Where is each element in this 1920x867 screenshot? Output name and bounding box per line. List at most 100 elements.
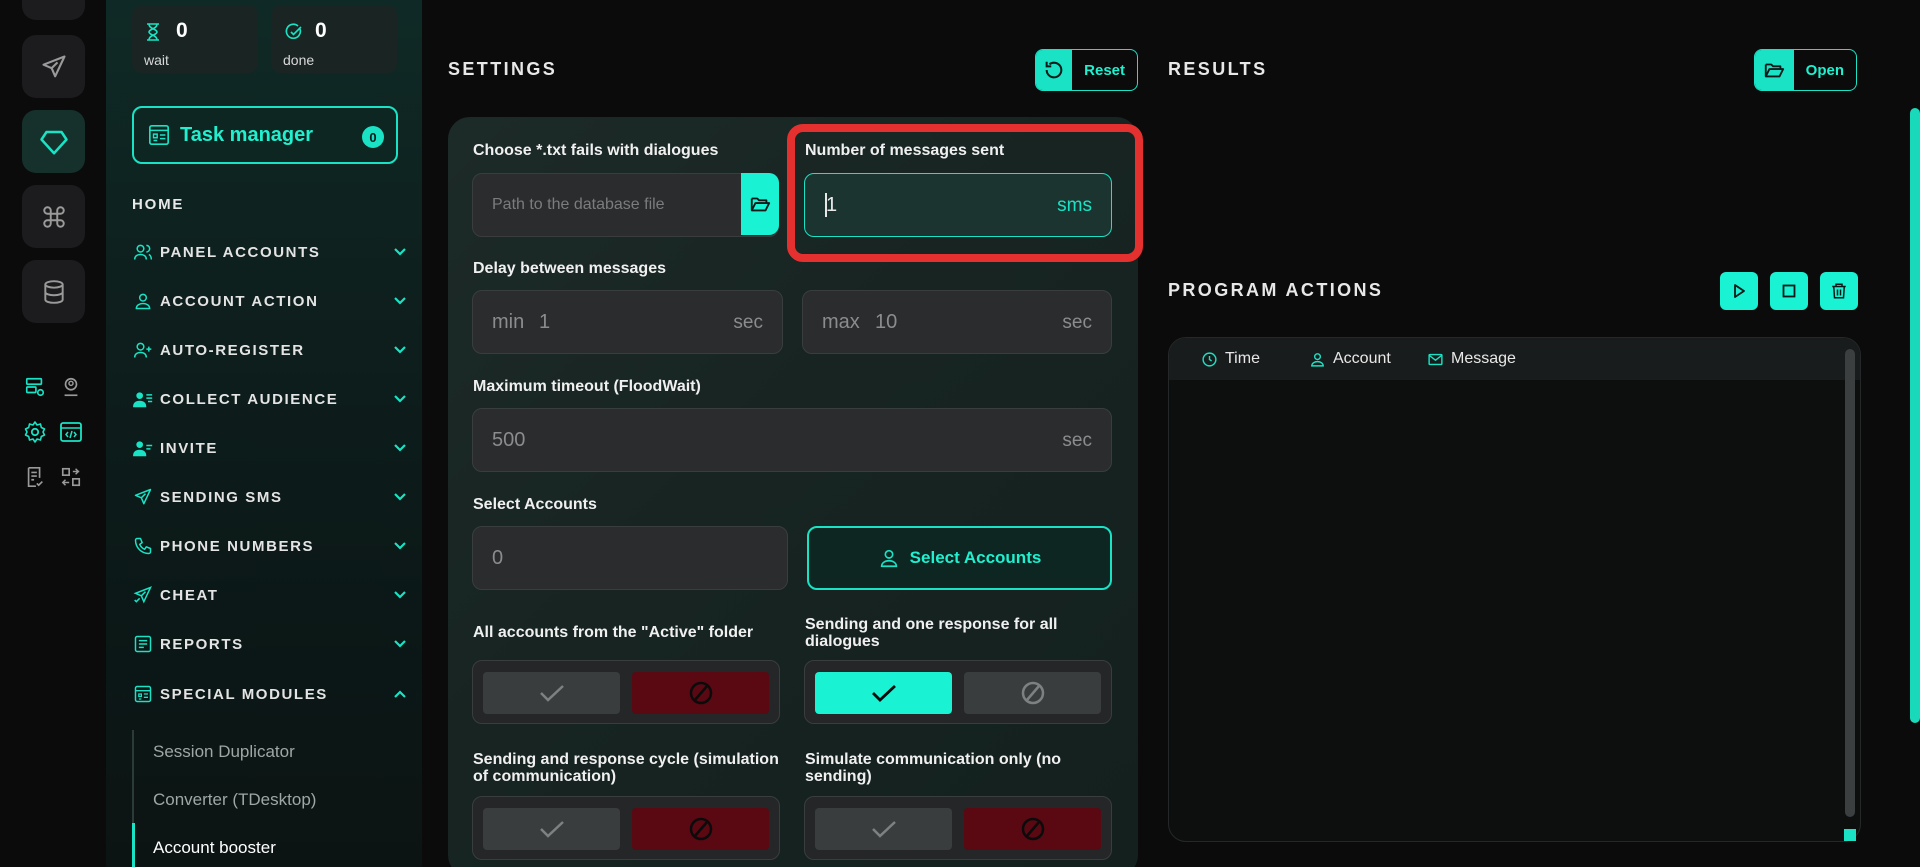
accounts-count-input[interactable]: 0	[472, 526, 788, 590]
rail-database-button[interactable]	[22, 260, 85, 323]
user-icon	[880, 549, 897, 568]
one-response-toggle	[804, 660, 1112, 724]
chevron-down-icon	[394, 297, 406, 305]
chevron-down-icon	[394, 444, 406, 452]
simulate-only-toggle	[804, 796, 1112, 860]
nav-account-action[interactable]: ACCOUNT ACTION	[132, 289, 408, 313]
column-account[interactable]: Account	[1309, 350, 1391, 368]
rail-server-settings-button[interactable]	[22, 374, 48, 400]
ban-icon	[689, 817, 712, 841]
rail-diamond-button[interactable]	[22, 110, 85, 173]
users-icon	[133, 244, 153, 260]
sub-item-account-booster[interactable]: Account booster	[153, 838, 276, 858]
chevron-down-icon	[394, 248, 406, 256]
messages-count-value: 1	[826, 194, 838, 216]
rail-report-button[interactable]	[22, 464, 48, 490]
rail-send-button[interactable]	[22, 35, 85, 98]
select-accounts-button[interactable]: Select Accounts	[807, 526, 1112, 590]
column-time-label: Time	[1225, 350, 1260, 367]
nav-panel-accounts[interactable]: PANEL ACCOUNTS	[132, 240, 408, 264]
column-time[interactable]: Time	[1201, 350, 1260, 368]
rail-user-pin-button[interactable]	[58, 374, 84, 400]
folder-open-icon	[1765, 63, 1785, 78]
user-list-icon	[133, 392, 153, 408]
cycle-yes[interactable]	[483, 808, 620, 850]
database-path-input[interactable]: Path to the database file	[472, 173, 779, 237]
nav-phone-numbers[interactable]: PHONE NUMBERS	[132, 534, 408, 558]
task-manager-icon	[149, 125, 169, 145]
paper-plane-icon	[134, 488, 152, 505]
cycle-label: Sending and response cycle (simulation o…	[473, 751, 779, 785]
grid-icon	[41, 0, 67, 2]
nav-sending-sms[interactable]: SENDING SMS	[132, 485, 408, 509]
file-label: Choose *.txt fails with dialogues	[473, 142, 719, 159]
ban-icon	[689, 681, 712, 705]
nav-cheat[interactable]: CHEAT	[132, 583, 408, 607]
nav-label: ACCOUNT ACTION	[160, 292, 319, 310]
nav-invite[interactable]: INVITE	[132, 436, 408, 460]
sub-item-session-duplicator[interactable]: Session Duplicator	[153, 742, 295, 762]
timeout-unit: sec	[1062, 430, 1092, 451]
nav-reports[interactable]: REPORTS	[132, 632, 408, 656]
submenu-active-indicator	[132, 823, 135, 867]
rail-settings-button[interactable]	[22, 419, 48, 445]
user-plus-icon	[133, 342, 152, 358]
delay-label: Delay between messages	[473, 260, 666, 277]
play-button[interactable]	[1720, 272, 1758, 310]
reset-label: Reset	[1084, 61, 1125, 79]
nav-label: COLLECT AUDIENCE	[160, 390, 339, 408]
icon-rail	[0, 0, 106, 867]
delay-max-input[interactable]: max 10 sec	[802, 290, 1112, 354]
one-response-label: Sending and one response for all dialogu…	[805, 616, 1058, 650]
user-invite-icon	[133, 441, 153, 457]
reset-button[interactable]: Reset	[1035, 49, 1138, 91]
one-response-no[interactable]	[964, 672, 1101, 714]
resize-grip[interactable]	[1844, 829, 1856, 841]
nav-home[interactable]: HOME	[132, 196, 184, 213]
nav-auto-register[interactable]: AUTO-REGISTER	[132, 338, 408, 362]
delay-min-input[interactable]: min 1 sec	[472, 290, 783, 354]
rail-switch-button[interactable]	[58, 464, 84, 490]
log-scrollbar[interactable]	[1845, 349, 1855, 817]
clock-icon	[1202, 351, 1217, 367]
nav-collect-audience[interactable]: COLLECT AUDIENCE	[132, 387, 408, 411]
done-count: 0	[315, 19, 327, 42]
gear-icon	[24, 421, 46, 443]
database-icon	[43, 279, 64, 304]
simulate-only-no[interactable]	[964, 808, 1101, 850]
delay-max-prefix: max	[822, 311, 860, 333]
cycle-no[interactable]	[632, 808, 769, 850]
column-message-label: Message	[1451, 350, 1516, 367]
task-manager-button[interactable]: Task manager 0	[132, 106, 398, 164]
simulate-only-yes[interactable]	[815, 808, 952, 850]
nav-label: AUTO-REGISTER	[160, 341, 305, 359]
active-folder-toggle	[472, 660, 780, 724]
delay-min-value: 1	[539, 311, 551, 333]
timeout-value: 500	[492, 429, 526, 451]
open-results-button[interactable]: Open	[1754, 49, 1857, 91]
one-response-yes[interactable]	[815, 672, 952, 714]
nav-label: REPORTS	[160, 635, 244, 653]
stop-icon	[1782, 284, 1796, 298]
timeout-input[interactable]: 500 sec	[472, 408, 1112, 472]
settings-title: SETTINGS	[448, 59, 558, 79]
nav-label: PANEL ACCOUNTS	[160, 243, 321, 261]
column-account-label: Account	[1333, 350, 1391, 367]
rail-code-window-button[interactable]	[58, 419, 84, 445]
accounts-label: Select Accounts	[473, 496, 597, 513]
nav-special-modules[interactable]: SPECIAL MODULES	[132, 682, 408, 706]
browse-file-button[interactable]	[741, 173, 779, 235]
messages-count-input[interactable]: 1 sms	[804, 173, 1112, 237]
code-window-icon	[60, 422, 82, 442]
rail-command-button[interactable]	[22, 185, 85, 248]
active-folder-yes[interactable]	[483, 672, 620, 714]
column-message[interactable]: Message	[1427, 350, 1516, 368]
clear-log-button[interactable]	[1820, 272, 1858, 310]
stop-button[interactable]	[1770, 272, 1808, 310]
page-scrollbar[interactable]	[1910, 108, 1920, 723]
sub-item-converter[interactable]: Converter (TDesktop)	[153, 790, 316, 810]
active-folder-no[interactable]	[632, 672, 769, 714]
play-icon	[1734, 284, 1745, 298]
rail-grid-button[interactable]	[22, 0, 85, 20]
ban-icon	[1021, 681, 1044, 705]
